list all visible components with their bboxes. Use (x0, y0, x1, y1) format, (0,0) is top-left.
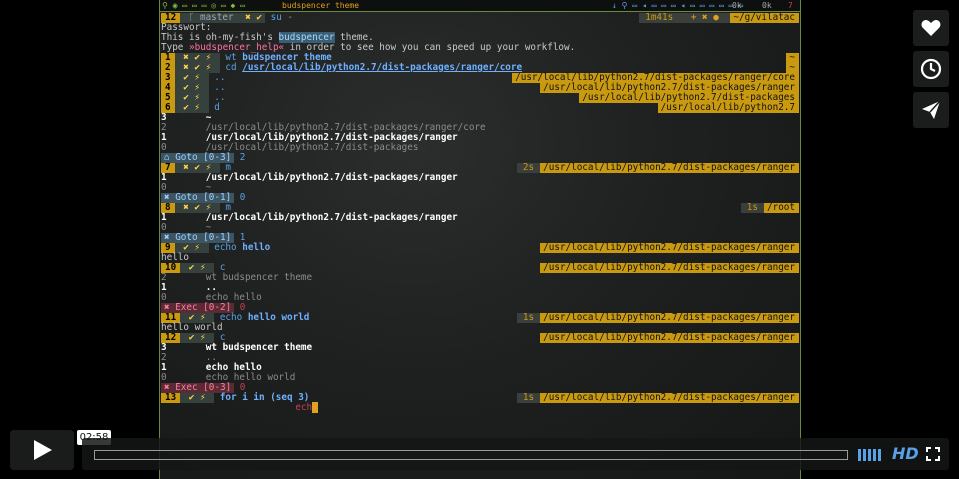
duration: 1s (516, 393, 541, 403)
hd-toggle[interactable]: HD (892, 444, 919, 463)
prompt-right: /usr/local/lib/python2.7/dist-packages/r… (540, 263, 799, 273)
duration: 1s (740, 203, 764, 213)
cursor (312, 402, 318, 413)
command: echo (214, 242, 237, 253)
prompt-right: 2s/usr/local/lib/python2.7/dist-packages… (516, 163, 799, 173)
list-value: /usr/local/lib/python2.7/dist-packages/r… (205, 172, 458, 183)
cwd-path: /usr/local/lib/python2.7/dist-packages/r… (540, 333, 799, 343)
clock-icon (920, 58, 942, 80)
fullscreen-icon[interactable] (926, 447, 940, 461)
typed-text: ech (295, 402, 313, 413)
like-button[interactable] (913, 10, 949, 46)
command: su - (270, 12, 293, 23)
duration: 1m41s (639, 13, 680, 23)
cwd-path: /usr/local/lib/python2.7/dist-packages/r… (540, 263, 799, 273)
play-icon (34, 440, 52, 460)
prompt-right: 1s/root (740, 203, 799, 213)
launcher-icons: ⚲ ◉ ▭ ▭ ▭ ◎ ▭ ◆ ▭ (162, 1, 245, 10)
prompt-right: /usr/local/lib/python2.7/dist-packages/r… (540, 333, 799, 343)
cwd-path: ~/g/vilatac (730, 13, 799, 23)
volume-icon[interactable] (858, 447, 882, 461)
cwd-path: /usr/local/lib/python2.7/dist-packages/r… (540, 313, 799, 323)
duration: 1s (516, 313, 541, 323)
command: d (214, 102, 220, 113)
command-arg: hello world (247, 312, 310, 323)
prompt-right: 1s/usr/local/lib/python2.7/dist-packages… (516, 313, 799, 323)
list-value: /usr/local/lib/python2.7/dist-packages/r… (205, 212, 458, 223)
input-line: ech (161, 402, 318, 413)
cwd-path: /root (764, 203, 799, 213)
tray-icons: ↓ ⚲ ▭ ◂ ▭ ▭ ▭ ◂ ▭ ▭ ▭ ▭ ▭ ▭ (612, 1, 744, 10)
cwd-path: /usr/local/lib/python2.7/dist-packages/r… (540, 163, 799, 173)
window-title: budspencer theme (282, 1, 360, 10)
heart-icon (921, 20, 941, 36)
control-bar: HD (82, 438, 949, 470)
prompt-right: /usr/local/lib/python2.7 (657, 103, 799, 113)
terminal-window: ⚲ ◉ ▭ ▭ ▭ ◎ ▭ ◆ ▭ budspencer theme ↓ ⚲ ▭… (159, 0, 801, 479)
cwd-path: /usr/local/lib/python2.7/dist-packages/r… (540, 243, 799, 253)
cwd-path: /usr/local/lib/python2.7/dist-packages/r… (540, 393, 799, 403)
command-arg: hello (242, 242, 271, 253)
watch-later-button[interactable] (913, 51, 949, 87)
video-player: ⚲ ◉ ▭ ▭ ▭ ◎ ▭ ◆ ▭ budspencer theme ↓ ⚲ ▭… (0, 0, 959, 479)
selector-value: 2 (239, 152, 246, 163)
paper-plane-icon (922, 100, 941, 119)
tray-stat-3: 7 (788, 1, 793, 10)
prompt-right: 1s/usr/local/lib/python2.7/dist-packages… (516, 393, 799, 403)
play-button[interactable] (10, 430, 74, 470)
command: cd (225, 62, 237, 73)
command: echo (219, 312, 243, 323)
tray-stat-1: 0k (732, 1, 742, 10)
status-flags: ✖ ✔ (242, 13, 265, 23)
duration: 2s (516, 163, 541, 173)
progress-bar[interactable] (94, 450, 848, 460)
cwd-path: /usr/local/lib/python2.7 (657, 103, 799, 113)
prompt-right: /usr/local/lib/python2.7/dist-packages/r… (540, 243, 799, 253)
window-topbar: ⚲ ◉ ▭ ▭ ▭ ◎ ▭ ◆ ▭ budspencer theme ↓ ⚲ ▭… (160, 0, 800, 11)
share-button[interactable] (913, 92, 949, 128)
selector-value: 0 (239, 192, 246, 203)
list-value: wt budspencer theme (205, 342, 313, 353)
command-arg: /usr/local/lib/python2.7/dist-packages/r… (242, 62, 523, 73)
tray-stat-2: 0k (762, 1, 772, 10)
prompt-right: 1m41s + ✖ ● ~/g/vilatac (639, 13, 799, 23)
list-value: wt budspencer theme (205, 272, 313, 283)
